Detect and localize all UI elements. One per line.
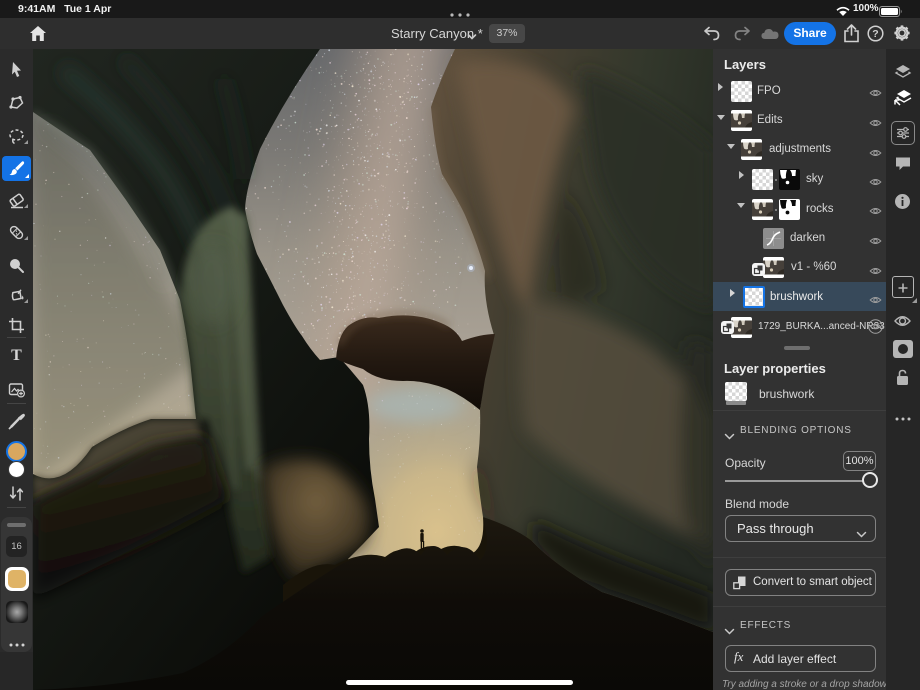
svg-text:?: ? — [872, 28, 878, 40]
